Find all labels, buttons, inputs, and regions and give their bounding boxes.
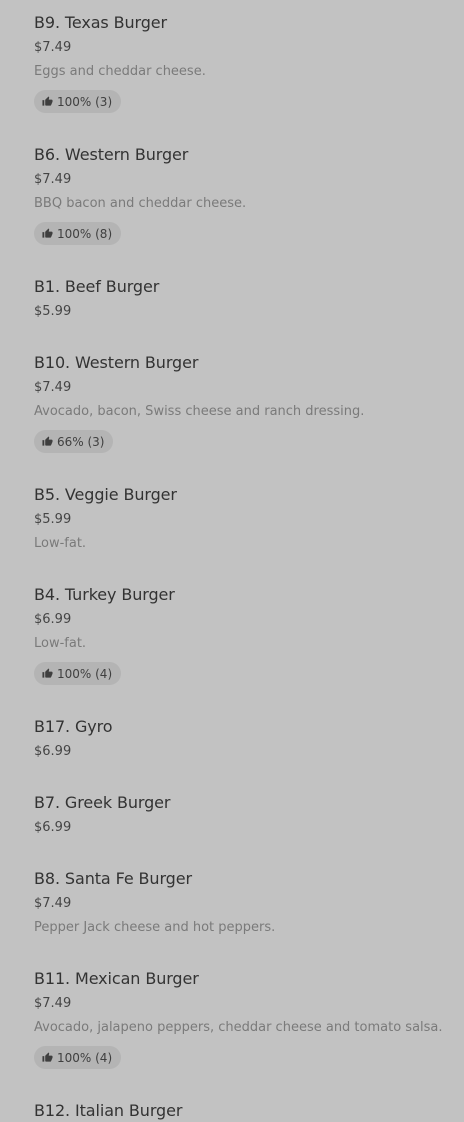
- menu-item-name: B17. Gyro: [34, 717, 113, 736]
- menu-item[interactable]: B17. Gyro $6.99: [34, 704, 464, 780]
- menu-item-name: B1. Beef Burger: [34, 277, 160, 296]
- rating-text: 66% (3): [57, 434, 105, 449]
- rating-text: 100% (4): [57, 1050, 113, 1065]
- menu-item[interactable]: B4. Turkey Burger $6.99 Low-fat. 100% (4…: [34, 572, 464, 704]
- menu-item-price: $5.99: [34, 512, 72, 527]
- menu-item[interactable]: B9. Texas Burger $7.49 Eggs and cheddar …: [34, 0, 464, 132]
- rating-text: 100% (8): [57, 226, 113, 241]
- thumbs-up-icon: [42, 436, 53, 446]
- menu-item[interactable]: B5. Veggie Burger $5.99 Low-fat.: [34, 472, 464, 572]
- menu-item-price: $7.49: [34, 996, 72, 1011]
- menu-item[interactable]: B11. Mexican Burger $7.49 Avocado, jalap…: [34, 956, 464, 1088]
- menu-item-name: B12. Italian Burger: [34, 1101, 183, 1120]
- menu-item-price: $5.99: [34, 304, 72, 319]
- menu-item-price: $6.99: [34, 744, 72, 759]
- menu-item-description: Low-fat.: [34, 536, 87, 551]
- menu-item[interactable]: B12. Italian Burger: [34, 1088, 464, 1120]
- menu-item-name: B8. Santa Fe Burger: [34, 869, 192, 888]
- rating-text: 100% (3): [57, 94, 113, 109]
- menu-item-price: $7.49: [34, 40, 72, 55]
- menu-item-price: $6.99: [34, 612, 72, 627]
- menu-item[interactable]: B6. Western Burger $7.49 BBQ bacon and c…: [34, 132, 464, 264]
- rating-badge: 100% (4): [34, 662, 122, 685]
- menu-item-description: BBQ bacon and cheddar cheese.: [34, 196, 247, 211]
- menu-item-name: B10. Western Burger: [34, 353, 199, 372]
- rating-badge: 100% (8): [34, 222, 122, 245]
- menu-item-name: B7. Greek Burger: [34, 793, 171, 812]
- thumbs-up-icon: [42, 96, 53, 106]
- menu-item[interactable]: B8. Santa Fe Burger $7.49 Pepper Jack ch…: [34, 856, 464, 956]
- menu-item-name: B9. Texas Burger: [34, 13, 168, 32]
- menu-item-price: $7.49: [34, 172, 72, 187]
- menu-item-description: Low-fat.: [34, 636, 87, 651]
- menu-item-price: $6.99: [34, 820, 72, 835]
- menu-item[interactable]: B1. Beef Burger $5.99: [34, 264, 464, 340]
- menu-item[interactable]: B7. Greek Burger $6.99: [34, 780, 464, 856]
- thumbs-up-icon: [42, 1052, 53, 1062]
- menu-item-price: $7.49: [34, 896, 72, 911]
- menu-item-description: Avocado, bacon, Swiss cheese and ranch d…: [34, 404, 365, 419]
- menu-item-name: B6. Western Burger: [34, 145, 189, 164]
- menu-item-name: B11. Mexican Burger: [34, 969, 199, 988]
- rating-badge: 66% (3): [34, 430, 114, 453]
- menu-item[interactable]: B10. Western Burger $7.49 Avocado, bacon…: [34, 340, 464, 472]
- rating-badge: 100% (4): [34, 1046, 122, 1069]
- menu-item-price: $7.49: [34, 380, 72, 395]
- thumbs-up-icon: [42, 228, 53, 238]
- rating-badge: 100% (3): [34, 90, 122, 113]
- thumbs-up-icon: [42, 668, 53, 678]
- menu-item-name: B4. Turkey Burger: [34, 585, 175, 604]
- menu-item-name: B5. Veggie Burger: [34, 485, 177, 504]
- rating-text: 100% (4): [57, 666, 113, 681]
- menu-item-description: Pepper Jack cheese and hot peppers.: [34, 920, 276, 935]
- menu-item-description: Eggs and cheddar cheese.: [34, 64, 206, 79]
- menu-item-description: Avocado, jalapeno peppers, cheddar chees…: [34, 1020, 443, 1035]
